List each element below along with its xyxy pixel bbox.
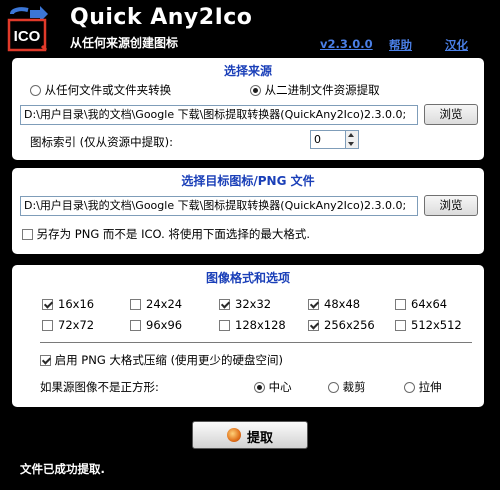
- size-32-option[interactable]: 32x32: [219, 297, 271, 311]
- png-compress-option[interactable]: 启用 PNG 大格式压缩 (使用更少的硬盘空间): [40, 352, 283, 368]
- size-72-checkbox[interactable]: [42, 320, 53, 331]
- spin-down-icon[interactable]: [348, 142, 354, 146]
- option-crop-radio[interactable]: [328, 382, 339, 393]
- extract-icon: [227, 428, 241, 442]
- size-48-option[interactable]: 48x48: [308, 297, 360, 311]
- size-16-option[interactable]: 16x16: [42, 297, 94, 311]
- target-title: 选择目标图标/PNG 文件: [181, 174, 315, 188]
- format-divider: [40, 342, 472, 343]
- format-title: 图像格式和选项: [205, 271, 290, 285]
- option-crop-label: 裁剪: [342, 380, 366, 394]
- size-96-checkbox[interactable]: [130, 320, 141, 331]
- size-64-option[interactable]: 64x64: [395, 297, 447, 311]
- size-72-option[interactable]: 72x72: [42, 318, 94, 332]
- size-96-label: 96x96: [146, 318, 183, 332]
- option-center-label: 中心: [268, 380, 292, 394]
- size-512-checkbox[interactable]: [395, 320, 406, 331]
- localize-link[interactable]: 汉化: [445, 37, 468, 53]
- size-16-checkbox[interactable]: [42, 299, 53, 310]
- target-panel: 选择目标图标/PNG 文件 D:\用户目录\我的文档\Google 下载\图标提…: [12, 168, 484, 254]
- source-option-file-label: 从任何文件或文件夹转换: [44, 83, 172, 97]
- size-24-option[interactable]: 24x24: [130, 297, 182, 311]
- icon-index-label: 图标索引 (仅从资源中提取):: [30, 135, 174, 149]
- size-128-option[interactable]: 128x128: [219, 318, 286, 332]
- target-browse-button[interactable]: 浏览: [424, 195, 478, 216]
- size-72-label: 72x72: [58, 318, 95, 332]
- size-512-label: 512x512: [411, 318, 462, 332]
- option-crop[interactable]: 裁剪: [328, 379, 366, 395]
- target-path-input[interactable]: D:\用户目录\我的文档\Google 下载\图标提取转换器(QuickAny2…: [20, 196, 418, 216]
- size-24-label: 24x24: [146, 297, 183, 311]
- png-compress-checkbox[interactable]: [40, 355, 51, 366]
- save-png-checkbox[interactable]: [22, 229, 33, 240]
- option-stretch[interactable]: 拉伸: [404, 379, 442, 395]
- size-64-label: 64x64: [411, 297, 448, 311]
- source-title: 选择来源: [223, 64, 272, 78]
- source-option-file[interactable]: 从任何文件或文件夹转换: [30, 82, 171, 98]
- size-16-label: 16x16: [58, 297, 95, 311]
- app-subtitle: 从任何来源创建图标: [70, 36, 179, 50]
- format-panel: 图像格式和选项 16x16 24x24 32x32 48x48 64x64 72…: [12, 265, 484, 407]
- source-option-binary-label: 从二进制文件资源提取: [264, 83, 380, 97]
- source-path-input[interactable]: D:\用户目录\我的文档\Google 下载\图标提取转换器(QuickAny2…: [20, 105, 418, 125]
- spin-up-icon[interactable]: [348, 133, 354, 137]
- size-32-label: 32x32: [235, 297, 272, 311]
- size-32-checkbox[interactable]: [219, 299, 230, 310]
- source-panel: 选择来源 从任何文件或文件夹转换 从二进制文件资源提取 D:\用户目录\我的文档…: [12, 58, 484, 160]
- size-48-checkbox[interactable]: [308, 299, 319, 310]
- app-logo-icon: ICO: [7, 6, 48, 52]
- option-stretch-radio[interactable]: [404, 382, 415, 393]
- option-stretch-label: 拉伸: [418, 380, 442, 394]
- extract-button[interactable]: 提取: [192, 421, 308, 449]
- size-256-checkbox[interactable]: [308, 320, 319, 331]
- extract-label: 提取: [247, 431, 274, 446]
- icon-index-input[interactable]: 0: [310, 130, 346, 149]
- source-option-binary[interactable]: 从二进制文件资源提取: [250, 82, 380, 98]
- help-link[interactable]: 帮助: [389, 37, 412, 53]
- status-text: 文件已成功提取.: [20, 462, 105, 476]
- source-browse-button[interactable]: 浏览: [424, 104, 478, 125]
- version-link[interactable]: v2.3.0.0: [320, 37, 373, 51]
- size-256-label: 256x256: [324, 318, 375, 332]
- option-center-radio[interactable]: [254, 382, 265, 393]
- size-256-option[interactable]: 256x256: [308, 318, 375, 332]
- save-png-option[interactable]: 另存为 PNG 而不是 ICO. 将使用下面选择的最大格式.: [22, 226, 310, 242]
- size-128-checkbox[interactable]: [219, 320, 230, 331]
- size-96-option[interactable]: 96x96: [130, 318, 182, 332]
- png-compress-label: 启用 PNG 大格式压缩 (使用更少的硬盘空间): [54, 353, 284, 367]
- icon-index-spinner[interactable]: [346, 130, 359, 149]
- option-center[interactable]: 中心: [254, 379, 292, 395]
- header: ICO Quick Any2Ico 从任何来源创建图标 v2.3.0.0 帮助 …: [0, 0, 500, 58]
- size-512-option[interactable]: 512x512: [395, 318, 462, 332]
- size-128-label: 128x128: [235, 318, 286, 332]
- non-square-label: 如果源图像不是正方形:: [40, 380, 159, 394]
- size-24-checkbox[interactable]: [130, 299, 141, 310]
- source-option-binary-radio[interactable]: [250, 85, 261, 96]
- save-png-label: 另存为 PNG 而不是 ICO. 将使用下面选择的最大格式.: [36, 227, 311, 241]
- source-option-file-radio[interactable]: [30, 85, 41, 96]
- app-title: Quick Any2Ico: [70, 5, 253, 30]
- size-48-label: 48x48: [324, 297, 361, 311]
- svg-text:ICO: ICO: [14, 28, 41, 45]
- size-64-checkbox[interactable]: [395, 299, 406, 310]
